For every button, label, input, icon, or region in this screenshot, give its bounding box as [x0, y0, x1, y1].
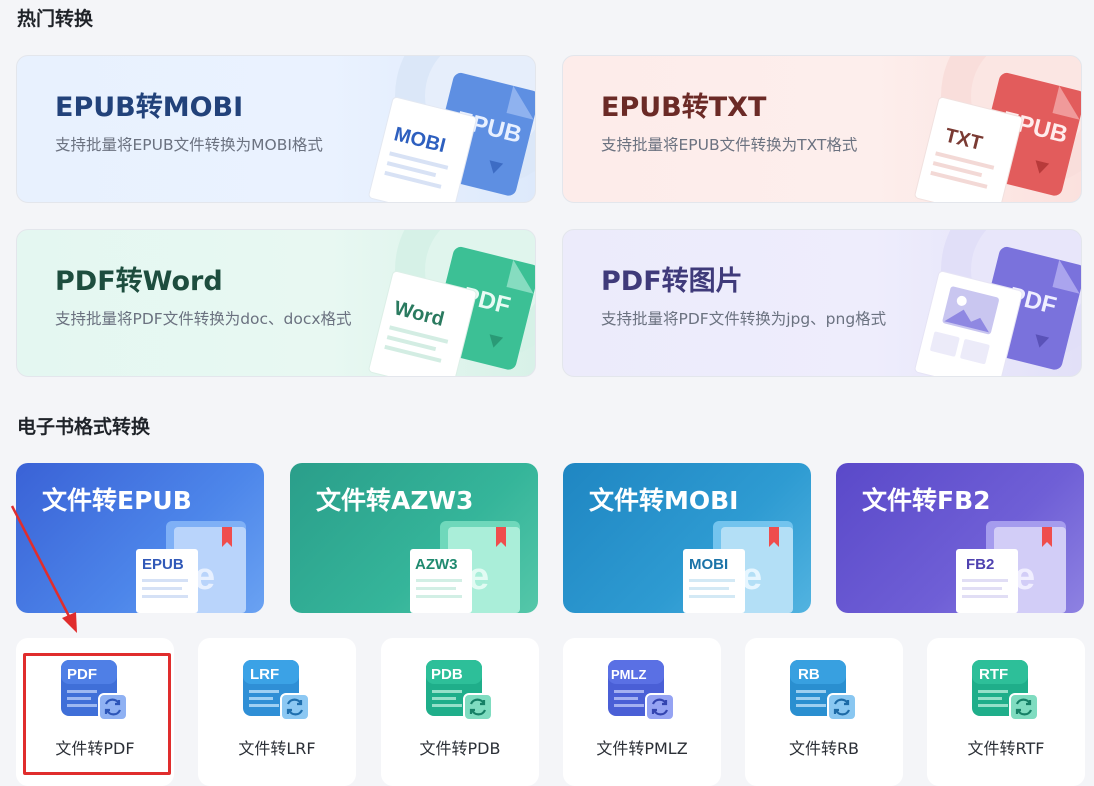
book-icon: e AZW3 — [410, 521, 520, 613]
hot-card-subtitle: 支持批量将PDF文件转换为doc、docx格式 — [55, 310, 352, 328]
ebook-card-mobi[interactable]: 文件转MOBI e MOBI — [563, 463, 811, 613]
section-title-hot: 热门转换 — [17, 8, 94, 30]
hot-card-title: PDF转Word — [55, 266, 223, 297]
pdf-to-image-icon: PDF — [914, 230, 1081, 376]
svg-text:MOBI: MOBI — [689, 556, 728, 573]
svg-text:RTF: RTF — [979, 666, 1008, 683]
hot-card-title: PDF转图片 — [601, 266, 743, 297]
format-card-pmlz[interactable]: PMLZ 文件转PMLZ — [563, 638, 721, 786]
svg-text:PDB: PDB — [431, 666, 463, 683]
format-card-lrf[interactable]: LRF 文件转LRF — [198, 638, 356, 786]
svg-text:RB: RB — [798, 666, 820, 683]
pdf-file-convert-icon: PDF — [61, 660, 128, 721]
format-card-label: 文件转PMLZ — [596, 739, 688, 758]
epub-to-mobi-icon: EPUB MOBI — [368, 56, 535, 202]
format-card-rb[interactable]: RB 文件转RB — [745, 638, 903, 786]
pmlz-file-convert-icon: PMLZ — [608, 660, 675, 721]
hot-card-epub-to-txt[interactable]: EPUB转TXT 支持批量将EPUB文件转换为TXT格式 EPUB TXT — [562, 55, 1082, 203]
book-icon: e EPUB — [136, 521, 246, 613]
hot-card-pdf-to-image[interactable]: PDF转图片 支持批量将PDF文件转换为jpg、png格式 PDF — [562, 229, 1082, 377]
section-title-ebook: 电子书格式转换 — [17, 416, 151, 438]
format-card-label: 文件转LRF — [238, 739, 316, 758]
lrf-file-convert-icon: LRF — [243, 660, 310, 721]
ebook-card-title: 文件转EPUB — [42, 486, 192, 515]
book-icon: e FB2 — [956, 521, 1066, 613]
format-card-label: 文件转RTF — [967, 739, 1045, 758]
rtf-file-convert-icon: RTF — [972, 660, 1039, 721]
format-card-label: 文件转PDF — [55, 739, 135, 758]
pdf-to-word-icon: PDF Word — [368, 230, 535, 376]
svg-text:AZW3: AZW3 — [415, 556, 458, 573]
hot-card-title: EPUB转TXT — [601, 92, 767, 123]
hot-card-epub-to-mobi[interactable]: EPUB转MOBI 支持批量将EPUB文件转换为MOBI格式 EPUB MOBI — [16, 55, 536, 203]
ebook-card-epub[interactable]: 文件转EPUB e EPUB — [16, 463, 264, 613]
svg-text:PDF: PDF — [67, 666, 97, 683]
ebook-card-fb2[interactable]: 文件转FB2 e FB2 — [836, 463, 1084, 613]
svg-text:PMLZ: PMLZ — [611, 667, 646, 682]
book-icon: e MOBI — [683, 521, 793, 613]
svg-text:EPUB: EPUB — [142, 556, 184, 573]
ebook-card-title: 文件转FB2 — [862, 486, 991, 515]
epub-to-txt-icon: EPUB TXT — [914, 56, 1081, 202]
ebook-card-title: 文件转AZW3 — [316, 486, 474, 515]
format-card-label: 文件转RB — [788, 739, 860, 758]
hot-card-subtitle: 支持批量将PDF文件转换为jpg、png格式 — [601, 310, 887, 328]
format-card-pdb[interactable]: PDB 文件转PDB — [381, 638, 539, 786]
ebook-card-azw3[interactable]: 文件转AZW3 e AZW3 — [290, 463, 538, 613]
format-card-label: 文件转PDB — [419, 739, 501, 758]
ebook-card-title: 文件转MOBI — [589, 486, 739, 515]
svg-text:FB2: FB2 — [966, 556, 994, 573]
rb-file-convert-icon: RB — [790, 660, 857, 721]
format-card-pdf[interactable]: PDF 文件转PDF — [16, 638, 174, 786]
hot-card-pdf-to-word[interactable]: PDF转Word 支持批量将PDF文件转换为doc、docx格式 PDF Wor… — [16, 229, 536, 377]
hot-card-subtitle: 支持批量将EPUB文件转换为TXT格式 — [601, 136, 858, 154]
format-card-rtf[interactable]: RTF 文件转RTF — [927, 638, 1085, 786]
svg-text:LRF: LRF — [250, 666, 279, 683]
pdb-file-convert-icon: PDB — [426, 660, 493, 721]
hot-card-subtitle: 支持批量将EPUB文件转换为MOBI格式 — [55, 136, 323, 154]
hot-card-title: EPUB转MOBI — [55, 92, 244, 123]
